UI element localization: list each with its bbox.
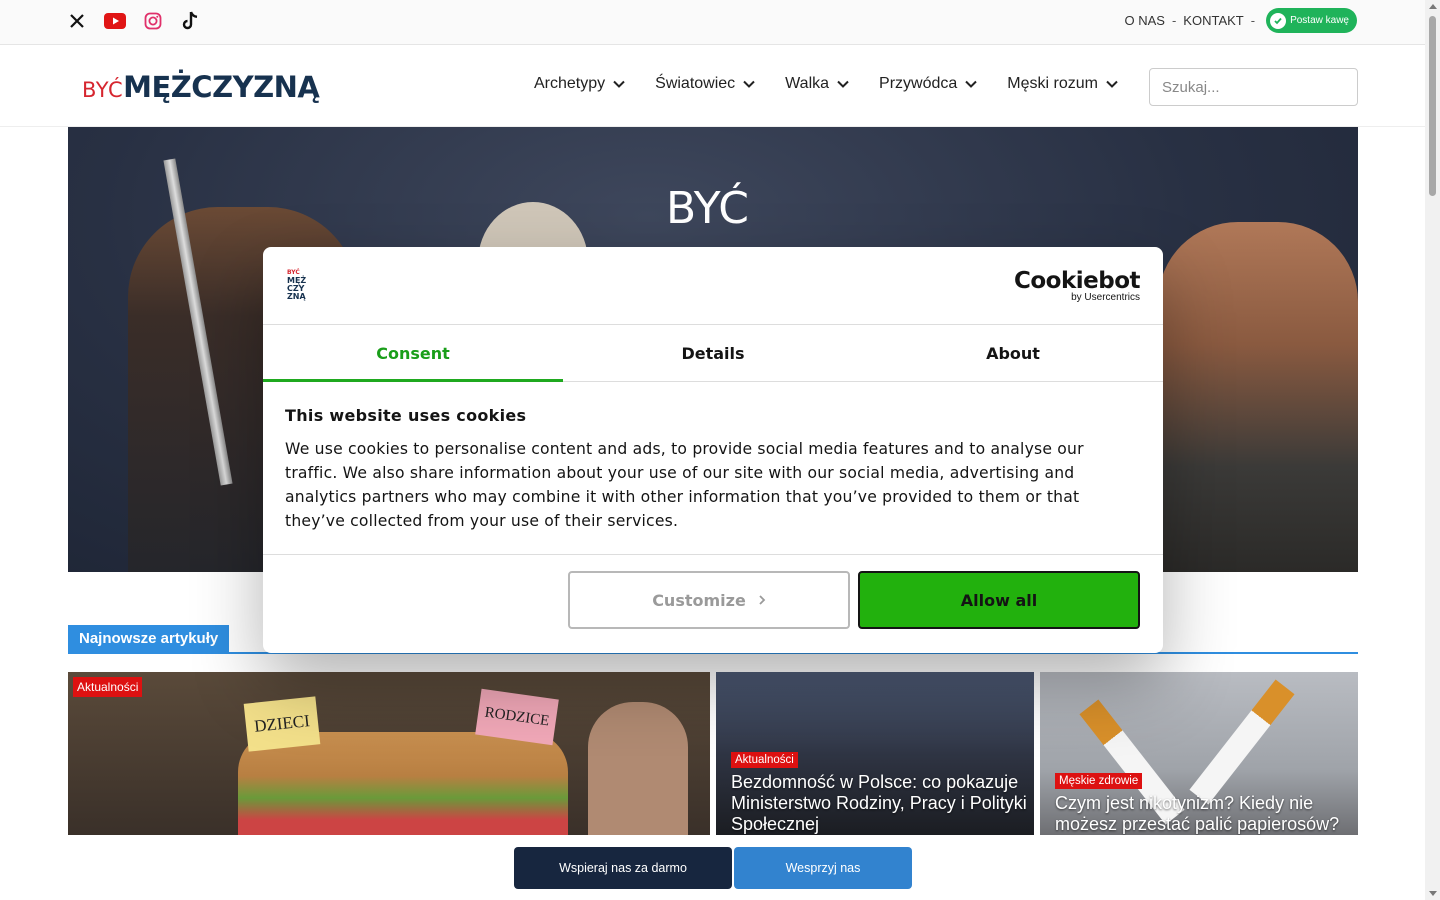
- chevron-right-icon: [759, 595, 766, 605]
- support-free-button[interactable]: Wspieraj nas za darmo: [514, 847, 732, 889]
- dialog-body: This website uses cookies We use cookies…: [263, 382, 1163, 555]
- dialog-buttons: Customize Allow all: [568, 571, 1140, 629]
- scroll-up-arrow-icon[interactable]: [1429, 4, 1437, 9]
- page-scrollbar[interactable]: [1425, 0, 1440, 900]
- cookiebot-logo[interactable]: Cookiebot by Usercentrics: [1013, 268, 1141, 303]
- support-buttons: Wspieraj nas za darmo Wesprzyj nas: [514, 847, 912, 889]
- dialog-tabs: Consent Details About: [263, 325, 1163, 382]
- logo-line: ZNĄ: [287, 292, 306, 301]
- site-logo-small: BYĆ MĘŻ CZY ZNĄ: [287, 269, 315, 301]
- dialog-text: We use cookies to personalise content an…: [285, 440, 1084, 530]
- cookiebot-name: Cookiebot: [1013, 268, 1141, 294]
- tab-about[interactable]: About: [863, 325, 1163, 381]
- scrollbar-thumb[interactable]: [1429, 16, 1436, 196]
- dialog-header: BYĆ MĘŻ CZY ZNĄ Cookiebot by Usercentric…: [263, 247, 1163, 325]
- customize-label: Customize: [652, 590, 746, 610]
- cookie-consent-dialog: BYĆ MĘŻ CZY ZNĄ Cookiebot by Usercentric…: [263, 247, 1163, 653]
- scroll-down-arrow-icon[interactable]: [1429, 891, 1437, 896]
- allow-all-button[interactable]: Allow all: [858, 571, 1140, 629]
- tab-details[interactable]: Details: [563, 325, 863, 381]
- customize-button[interactable]: Customize: [568, 571, 850, 629]
- dialog-heading: This website uses cookies: [285, 406, 527, 425]
- support-button[interactable]: Wesprzyj nas: [734, 847, 912, 889]
- tab-consent[interactable]: Consent: [263, 325, 563, 382]
